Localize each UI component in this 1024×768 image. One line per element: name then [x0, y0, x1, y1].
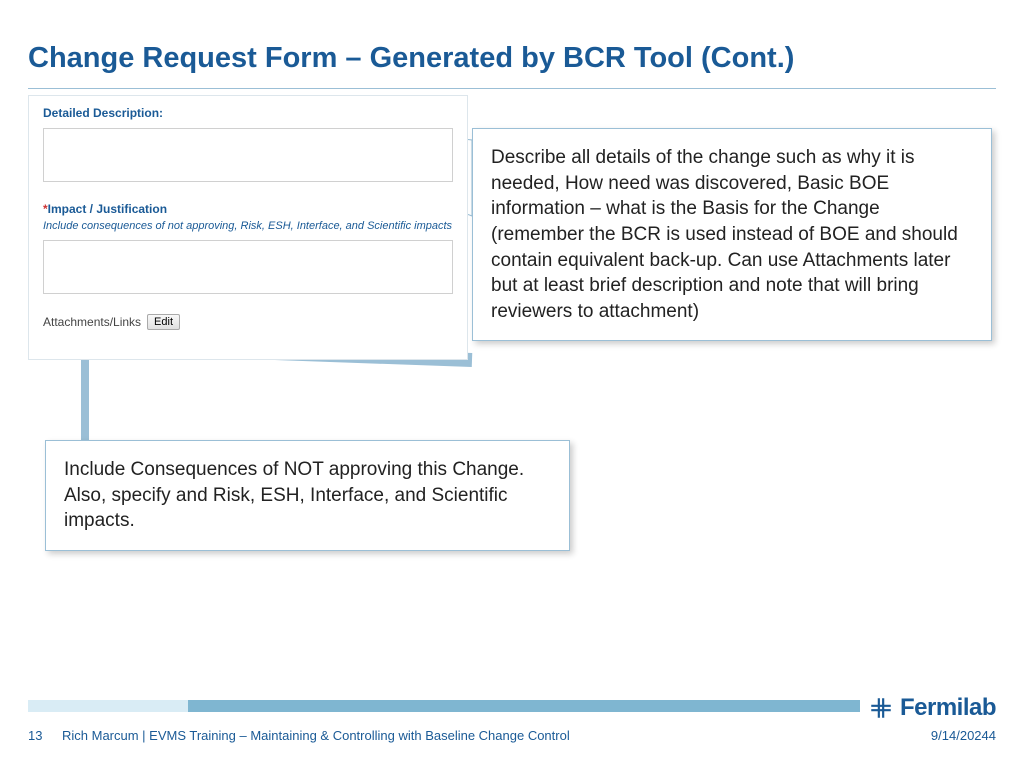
- detailed-description-field[interactable]: [43, 128, 453, 182]
- form-panel: Detailed Description: *Impact / Justific…: [28, 95, 468, 360]
- fermilab-icon: [868, 695, 894, 721]
- impact-note: Include consequences of not approving, R…: [29, 220, 467, 236]
- callout-describe: Describe all details of the change such …: [472, 128, 992, 341]
- title-rule: [28, 88, 996, 89]
- edit-button[interactable]: Edit: [147, 314, 180, 330]
- callout-consequences: Include Consequences of NOT approving th…: [45, 440, 570, 551]
- footer-date: 9/14/20244: [906, 728, 996, 743]
- page-number: 13: [28, 728, 62, 743]
- slide-title: Change Request Form – Generated by BCR T…: [28, 42, 794, 75]
- logo-text: Fermilab: [900, 694, 996, 722]
- impact-field[interactable]: [43, 240, 453, 294]
- fermilab-logo: Fermilab: [860, 694, 996, 722]
- footer-line: Rich Marcum | EVMS Training – Maintainin…: [62, 728, 906, 743]
- impact-label: *Impact / Justification: [29, 192, 467, 220]
- detailed-description-label: Detailed Description:: [29, 96, 467, 124]
- attachments-label: Attachments/Links: [43, 315, 141, 329]
- footer: 13 Rich Marcum | EVMS Training – Maintai…: [28, 728, 996, 743]
- footer-bar: [28, 700, 996, 712]
